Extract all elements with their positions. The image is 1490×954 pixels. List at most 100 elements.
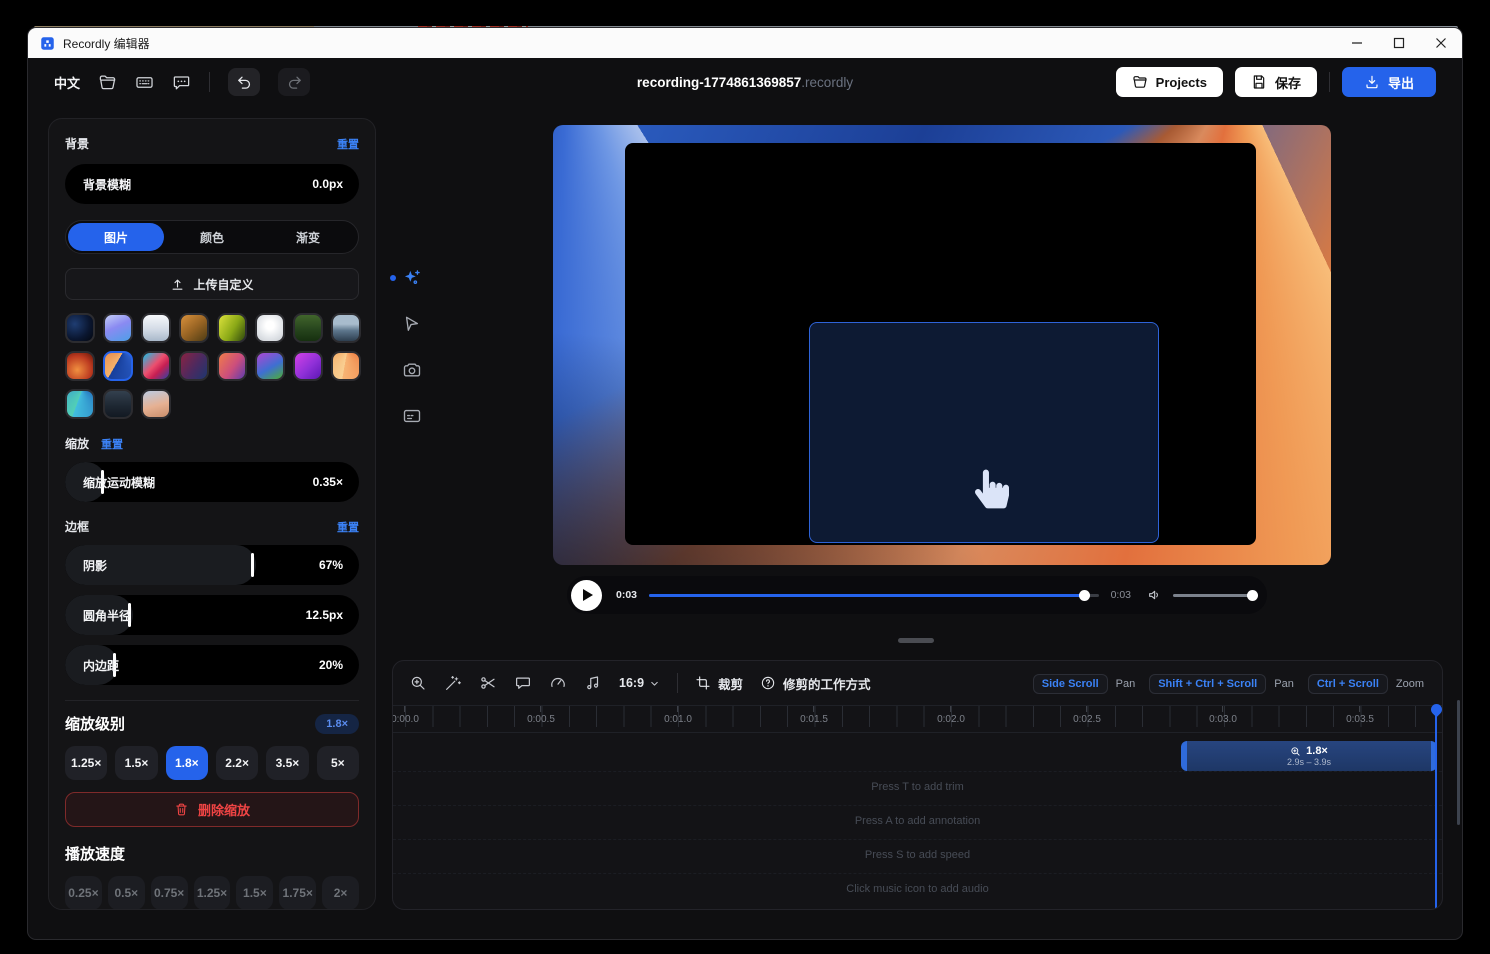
folder-icon (1132, 74, 1148, 90)
effects-tool[interactable] (402, 268, 422, 288)
trim-help-button[interactable]: 修剪的工作方式 (760, 674, 871, 693)
zoom-option-1-25x[interactable]: 1.25× (65, 746, 107, 780)
music-icon[interactable] (584, 674, 602, 692)
background-thumbnail[interactable] (331, 351, 361, 381)
seek-bar[interactable] (649, 594, 1099, 597)
background-thumbnail[interactable] (65, 351, 95, 381)
background-thumbnail[interactable] (255, 351, 285, 381)
corner-radius-value: 12.5px (306, 608, 343, 622)
camera-icon (402, 360, 422, 380)
border-reset-link[interactable]: 重置 (337, 519, 359, 535)
speed-option-0-25x[interactable]: 0.25× (65, 876, 102, 910)
speed-option-0-5x[interactable]: 0.5× (108, 876, 145, 910)
background-thumbnail[interactable] (141, 351, 171, 381)
feedback-icon[interactable] (172, 73, 191, 92)
scroll-shortcut-legend: Side Scroll Pan Shift + Ctrl + Scroll Pa… (1033, 661, 1430, 706)
upload-custom-button[interactable]: 上传自定义 (65, 268, 359, 300)
timeline-scrollbar[interactable] (1457, 700, 1460, 825)
background-thumbnail[interactable] (141, 313, 171, 343)
shadow-slider[interactable]: 阴影 67% (65, 545, 359, 585)
trim-track-hint: Press T to add trim (393, 781, 1442, 793)
padding-slider[interactable]: 内边距 20% (65, 645, 359, 685)
crop-button[interactable]: 裁剪 (695, 674, 743, 693)
speed-option-1-25x[interactable]: 1.25× (194, 876, 231, 910)
projects-button[interactable]: Projects (1116, 67, 1223, 97)
speed-gauge-icon[interactable] (549, 674, 567, 692)
audio-track-hint: Click music icon to add audio (393, 883, 1442, 895)
play-button[interactable] (571, 580, 602, 611)
background-thumbnail[interactable] (103, 389, 133, 419)
undo-button[interactable] (228, 68, 260, 96)
background-type-tabs: 图片 颜色 渐变 (65, 220, 359, 254)
zoom-region-range: 2.9s – 3.9s (1287, 757, 1331, 767)
save-button[interactable]: 保存 (1235, 67, 1317, 97)
zoom-option-5x[interactable]: 5× (317, 746, 359, 780)
volume-handle[interactable] (1247, 590, 1258, 601)
background-thumbnail[interactable] (179, 313, 209, 343)
speed-option-2x[interactable]: 2× (322, 876, 359, 910)
scissors-icon[interactable] (479, 674, 497, 692)
speed-option-0-75x[interactable]: 0.75× (151, 876, 188, 910)
zoom-reset-link[interactable]: 重置 (101, 436, 123, 452)
corner-radius-slider[interactable]: 圆角半径 12.5px (65, 595, 359, 635)
seek-handle[interactable] (1079, 590, 1090, 601)
cursor-icon (402, 314, 422, 334)
maximize-button[interactable] (1378, 28, 1420, 58)
zoom-option-1-8x[interactable]: 1.8× (166, 746, 208, 780)
close-button[interactable] (1420, 28, 1462, 58)
timeline-ruler[interactable]: 0:00.0 0:00.5 0:01.0 0:01.5 0:02.0 0:02.… (393, 706, 1442, 733)
background-thumbnail[interactable] (179, 351, 209, 381)
background-thumbnail[interactable] (65, 389, 95, 419)
background-thumbnail[interactable] (331, 313, 361, 343)
background-reset-link[interactable]: 重置 (337, 136, 359, 152)
preview-tool-rail (402, 268, 422, 426)
background-thumbnail[interactable] (293, 313, 323, 343)
corner-radius-label: 圆角半径 (83, 607, 131, 624)
background-thumbnail[interactable] (217, 313, 247, 343)
playhead-line[interactable] (1435, 711, 1437, 910)
background-thumbnail-selected[interactable] (103, 351, 133, 381)
tab-image[interactable]: 图片 (68, 223, 164, 251)
captions-tool[interactable] (402, 406, 422, 426)
background-thumbnail[interactable] (141, 389, 171, 419)
magic-wand-icon[interactable] (444, 674, 462, 692)
tab-gradient[interactable]: 渐变 (260, 223, 356, 251)
redo-button[interactable] (278, 68, 310, 96)
playback-speed-options: 0.25× 0.5× 0.75× 1.25× 1.5× 1.75× 2× (65, 876, 359, 910)
minimize-button[interactable] (1336, 28, 1378, 58)
zoom-motion-blur-slider[interactable]: 缩放运动模糊 0.35× (65, 462, 359, 502)
trash-icon (174, 802, 189, 817)
background-thumbnail[interactable] (293, 351, 323, 381)
captions-icon (402, 406, 422, 426)
file-extension: .recordly (801, 75, 853, 90)
timeline-zoom-icon[interactable] (409, 674, 427, 692)
volume-icon[interactable] (1147, 587, 1163, 603)
open-file-icon[interactable] (98, 73, 117, 92)
keyboard-shortcuts-icon[interactable] (135, 73, 154, 92)
zoom-region-left-handle[interactable] (1181, 741, 1187, 771)
tab-color[interactable]: 颜色 (164, 223, 260, 251)
zoom-option-1-5x[interactable]: 1.5× (115, 746, 157, 780)
zoom-option-2-2x[interactable]: 2.2× (216, 746, 258, 780)
annotation-icon[interactable] (514, 674, 532, 692)
background-thumbnail[interactable] (255, 313, 285, 343)
language-toggle[interactable]: 中文 (54, 73, 80, 92)
volume-slider[interactable] (1173, 594, 1253, 597)
shortcut-action: Pan (1274, 678, 1294, 690)
delete-zoom-button[interactable]: 删除缩放 (65, 792, 359, 827)
background-thumbnail[interactable] (103, 313, 133, 343)
zoom-option-3-5x[interactable]: 3.5× (266, 746, 308, 780)
aspect-ratio-dropdown[interactable]: 16:9 (619, 676, 660, 690)
zoom-region-clip[interactable]: 1.8× 2.9s – 3.9s (1181, 741, 1437, 771)
background-blur-slider[interactable]: 背景模糊 0.0px (65, 164, 359, 204)
speed-option-1-75x[interactable]: 1.75× (279, 876, 316, 910)
background-thumbnail[interactable] (217, 351, 247, 381)
background-thumbnail[interactable] (65, 313, 95, 343)
app-icon (40, 36, 55, 51)
speed-option-1-5x[interactable]: 1.5× (236, 876, 273, 910)
cursor-tool[interactable] (402, 314, 422, 334)
export-button[interactable]: 导出 (1342, 67, 1436, 97)
camera-tool[interactable] (402, 360, 422, 380)
zoom-in-icon (1290, 746, 1301, 757)
panel-resize-handle[interactable] (898, 638, 934, 643)
